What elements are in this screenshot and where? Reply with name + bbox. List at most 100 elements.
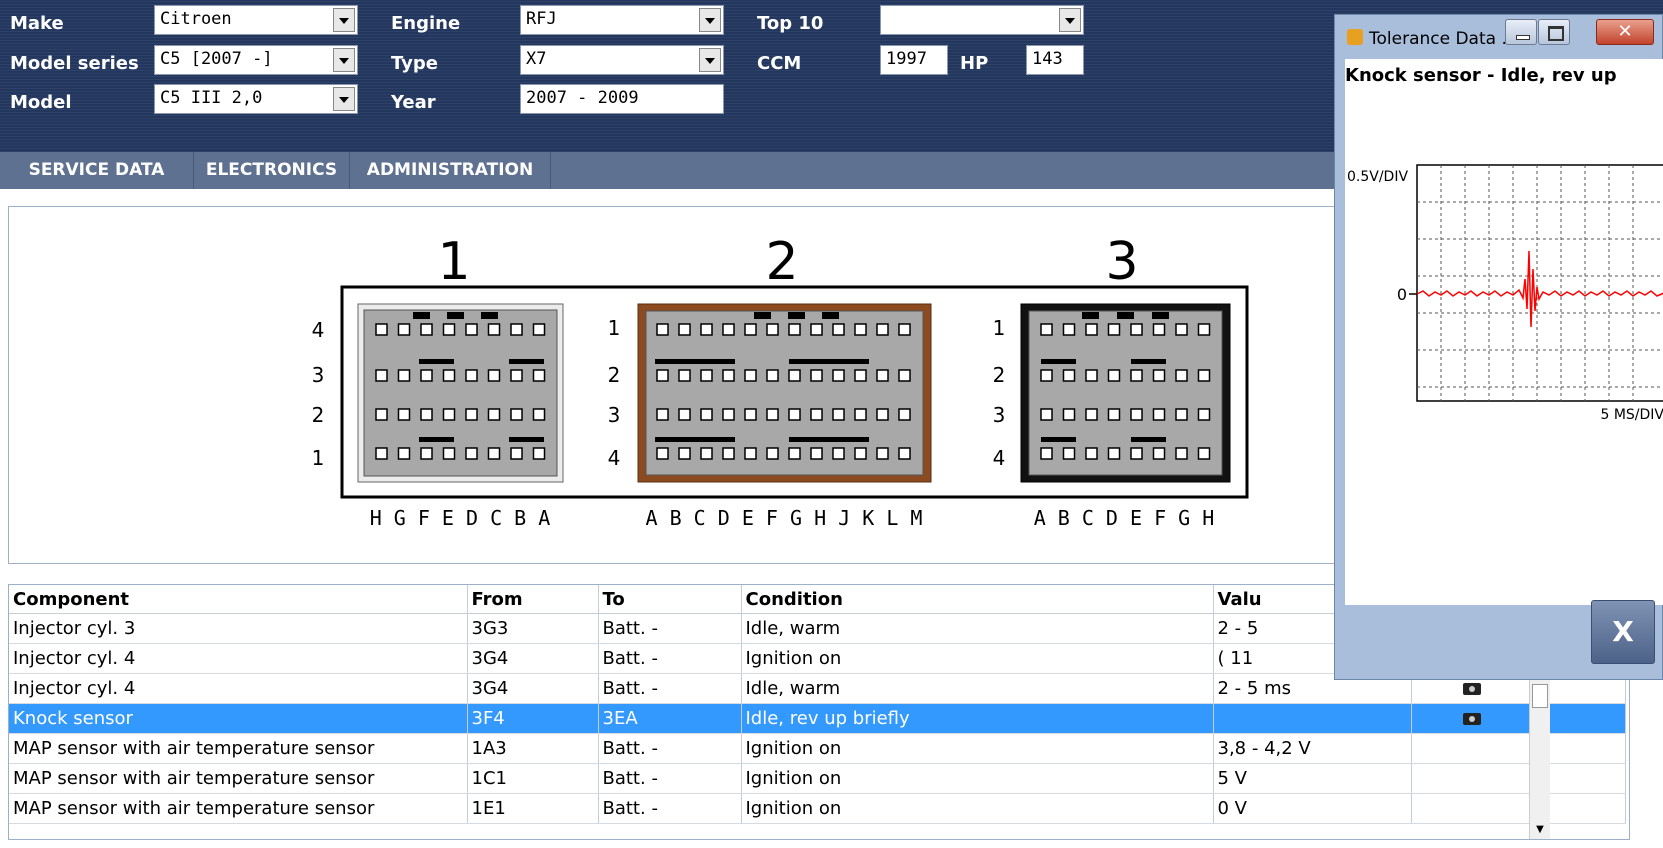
model-label: Model — [10, 92, 72, 113]
scrollbar-thumb[interactable] — [1532, 684, 1548, 708]
chevron-down-icon[interactable] — [1059, 8, 1081, 32]
year-field[interactable]: 2007 - 2009 — [520, 84, 724, 114]
pin — [854, 447, 867, 460]
pin — [766, 369, 779, 382]
cell-from: 1A3 — [467, 733, 599, 764]
camera-icon[interactable] — [1463, 683, 1481, 695]
pin — [397, 369, 411, 382]
cell-camera — [1411, 763, 1534, 794]
pin — [832, 408, 845, 421]
scope-heading: Knock sensor - Idle, rev up — [1345, 65, 1617, 86]
minimize-button[interactable] — [1505, 19, 1537, 45]
pin — [420, 323, 433, 336]
pin — [766, 408, 779, 421]
model-value: C5 III 2,0 — [160, 88, 263, 108]
chevron-down-icon[interactable] — [333, 48, 355, 72]
model-select[interactable]: C5 III 2,0 — [154, 84, 358, 114]
maximize-button[interactable] — [1538, 19, 1570, 45]
window-close-button[interactable]: ✕ — [1596, 19, 1654, 45]
pin — [700, 408, 713, 421]
pin — [810, 408, 823, 421]
close-popup-button[interactable]: X — [1591, 600, 1655, 664]
close-icon: X — [1612, 615, 1634, 648]
column-header-from[interactable]: From — [467, 585, 599, 614]
connector-2-row-label: 1 — [608, 316, 621, 340]
pin — [1175, 323, 1188, 336]
pin — [788, 369, 801, 382]
cell-value: 5 V — [1213, 763, 1412, 794]
connector-2-number: 2 — [765, 232, 798, 292]
table-row[interactable]: MAP sensor with air temperature sensor 1C… — [9, 763, 1626, 794]
pin — [532, 447, 546, 460]
pin — [766, 447, 779, 460]
pin — [1062, 369, 1076, 382]
tolerance-data-window: Tolerance Data ... ✕ Knock sensor - Idle… — [1334, 14, 1663, 680]
cell-camera — [1411, 703, 1534, 734]
cell-from: 1C1 — [467, 763, 599, 794]
pin — [1197, 408, 1211, 421]
cell-to: 3EA — [598, 703, 742, 734]
make-label: Make — [10, 13, 64, 34]
hp-field[interactable]: 143 — [1026, 45, 1084, 75]
top10-select[interactable] — [880, 5, 1084, 35]
pin — [1130, 323, 1143, 336]
camera-icon[interactable] — [1463, 713, 1481, 725]
pin — [1062, 447, 1076, 460]
tab-electronics[interactable]: ELECTRONICS — [194, 152, 350, 189]
hp-label: HP — [960, 53, 989, 74]
pin — [810, 323, 823, 336]
pin — [744, 323, 757, 336]
cell-component: MAP sensor with air temperature sensor — [9, 793, 468, 824]
connector-3-pin-letters: A B C D E F G H — [1034, 506, 1215, 530]
make-select[interactable]: Citroen — [154, 5, 358, 35]
column-header-component[interactable]: Component — [9, 585, 468, 614]
tab-service-data[interactable]: SERVICE DATA — [0, 152, 194, 189]
cell-from: 3F4 — [467, 703, 599, 734]
pin — [744, 408, 757, 421]
connector-1 — [357, 303, 564, 483]
type-select[interactable]: X7 — [520, 45, 724, 75]
column-header-to[interactable]: To — [598, 585, 742, 614]
chevron-down-icon[interactable] — [333, 87, 355, 111]
cell-to: Batt. - — [598, 763, 742, 794]
cell-component: Knock sensor — [9, 703, 468, 734]
pin — [375, 408, 388, 421]
ccm-field[interactable]: 1997 — [880, 45, 948, 75]
cell-to: Batt. - — [598, 643, 742, 674]
pin — [700, 447, 713, 460]
pin — [656, 369, 669, 382]
pin — [510, 323, 523, 336]
pin — [1130, 447, 1143, 460]
ccm-label: CCM — [757, 53, 802, 74]
table-row[interactable]: MAP sensor with air temperature sensor 1E… — [9, 793, 1626, 824]
connector-3-number: 3 — [1105, 232, 1138, 292]
maximize-icon — [1548, 26, 1564, 41]
engine-select[interactable]: RFJ — [520, 5, 724, 35]
cell-component: MAP sensor with air temperature sensor — [9, 763, 468, 794]
pin — [442, 369, 456, 382]
model-series-label: Model series — [10, 53, 139, 74]
pin — [722, 323, 735, 336]
table-row[interactable]: Knock sensor 3F4 3EA Idle, rev up briefly — [9, 703, 1626, 734]
cell-component: Injector cyl. 3 — [9, 613, 468, 644]
connector-2-pin-letters: A B C D E F G H J K L M — [646, 506, 923, 530]
pin — [1130, 408, 1143, 421]
close-icon: ✕ — [1617, 21, 1633, 42]
minimize-icon — [1516, 35, 1530, 40]
cell-component: MAP sensor with air temperature sensor — [9, 733, 468, 764]
scroll-down-arrow-icon[interactable]: ▼ — [1530, 821, 1550, 839]
cell-value: 3,8 - 4,2 V — [1213, 733, 1412, 764]
tab-administration[interactable]: ADMINISTRATION — [350, 152, 551, 189]
cell-camera — [1411, 733, 1534, 764]
table-row[interactable]: MAP sensor with air temperature sensor 1A… — [9, 733, 1626, 764]
model-series-value: C5 [2007 -] — [160, 49, 273, 69]
chevron-down-icon[interactable] — [333, 8, 355, 32]
chevron-down-icon[interactable] — [699, 48, 721, 72]
cell-from: 1E1 — [467, 793, 599, 824]
chevron-down-icon[interactable] — [699, 8, 721, 32]
model-series-select[interactable]: C5 [2007 -] — [154, 45, 358, 75]
cell-to: Batt. - — [598, 673, 742, 704]
pin — [722, 408, 735, 421]
pin — [744, 447, 757, 460]
column-header-condition[interactable]: Condition — [741, 585, 1214, 614]
